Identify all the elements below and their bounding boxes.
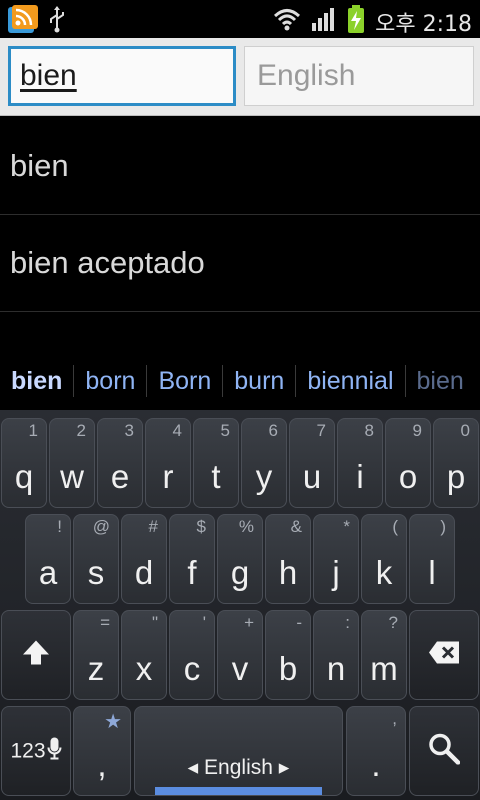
microphone-icon (47, 737, 62, 766)
source-word-text: bien (20, 59, 77, 92)
key-v[interactable]: + v (217, 610, 263, 700)
period-key[interactable]: , . (346, 706, 406, 796)
key-x[interactable]: " x (121, 610, 167, 700)
space-language-label: ◂ English ▸ (187, 756, 290, 779)
status-bar: 오후 2:18 (0, 0, 480, 38)
keyboard-row-4: 123 ★ , ◂ English ▸ , . (0, 706, 480, 798)
wifi-icon (273, 7, 301, 36)
space-key[interactable]: ◂ English ▸ (134, 706, 343, 796)
source-word-input[interactable]: bien (8, 46, 236, 106)
suggestion-item[interactable]: biennial (296, 365, 406, 397)
symbols-key[interactable]: 123 (1, 706, 71, 796)
search-header: bien English (0, 38, 480, 116)
battery-charging-icon (347, 5, 365, 38)
star-icon: ★ (104, 711, 122, 733)
backspace-icon (428, 641, 460, 670)
key-m[interactable]: ? m (361, 610, 407, 700)
search-key[interactable] (409, 706, 479, 796)
key-t[interactable]: 5t (193, 418, 239, 508)
result-item[interactable]: bien (0, 118, 480, 215)
key-q[interactable]: 1q (1, 418, 47, 508)
signal-icon (311, 7, 337, 36)
search-icon (428, 733, 461, 770)
key-o[interactable]: 9o (385, 418, 431, 508)
suggestion-item[interactable]: bien (0, 365, 75, 397)
key-u[interactable]: 7u (289, 418, 335, 508)
result-item[interactable]: bien aceptado (0, 215, 480, 312)
key-a[interactable]: ! a (25, 514, 71, 604)
keyboard-row-3: = z " x ' c + v -b :n ? m (0, 610, 480, 702)
space-indicator (155, 787, 322, 795)
key-z[interactable]: = z (73, 610, 119, 700)
suggestion-item[interactable]: born (74, 365, 148, 397)
target-language-field[interactable]: English (244, 46, 474, 106)
backspace-key[interactable] (409, 610, 479, 700)
clock: 오후 2:18 (375, 11, 472, 37)
suggestion-item[interactable]: bien (406, 365, 475, 397)
comma-key[interactable]: ★ , (73, 706, 131, 796)
key-c[interactable]: ' c (169, 610, 215, 700)
key-l[interactable]: ) l (409, 514, 455, 604)
key-f[interactable]: $ f (169, 514, 215, 604)
key-p[interactable]: 0p (433, 418, 479, 508)
key-d[interactable]: # d (121, 514, 167, 604)
key-i[interactable]: 8i (337, 418, 383, 508)
key-j[interactable]: * j (313, 514, 359, 604)
keyboard-row-2: ! a @ s # d $ f % g & h * j (k ) l (0, 514, 480, 606)
shift-key[interactable] (1, 610, 71, 700)
key-w[interactable]: 2w (49, 418, 95, 508)
key-s[interactable]: @ s (73, 514, 119, 604)
suggestion-item[interactable]: burn (223, 365, 297, 397)
suggestion-strip: bien born Born burn biennial bien (0, 352, 480, 410)
shift-arrow-icon (22, 640, 50, 671)
symbols-label: 123 (10, 739, 46, 762)
key-e[interactable]: 3e (97, 418, 143, 508)
rss-feed-icon (8, 5, 38, 38)
key-y[interactable]: 6y (241, 418, 287, 508)
key-n[interactable]: :n (313, 610, 359, 700)
results-list: bien bien aceptado (0, 118, 480, 312)
keyboard-row-1: 1q 2w 3e 4r 5t 6y 7u 8i 9o 0p (0, 418, 480, 510)
key-h[interactable]: & h (265, 514, 311, 604)
soft-keyboard: 1q 2w 3e 4r 5t 6y 7u 8i 9o 0p ! a @ s # d $… (0, 410, 480, 800)
key-r[interactable]: 4r (145, 418, 191, 508)
suggestion-item[interactable]: Born (147, 365, 224, 397)
key-b[interactable]: -b (265, 610, 311, 700)
key-g[interactable]: % g (217, 514, 263, 604)
usb-icon (48, 5, 66, 38)
key-k[interactable]: (k (361, 514, 407, 604)
